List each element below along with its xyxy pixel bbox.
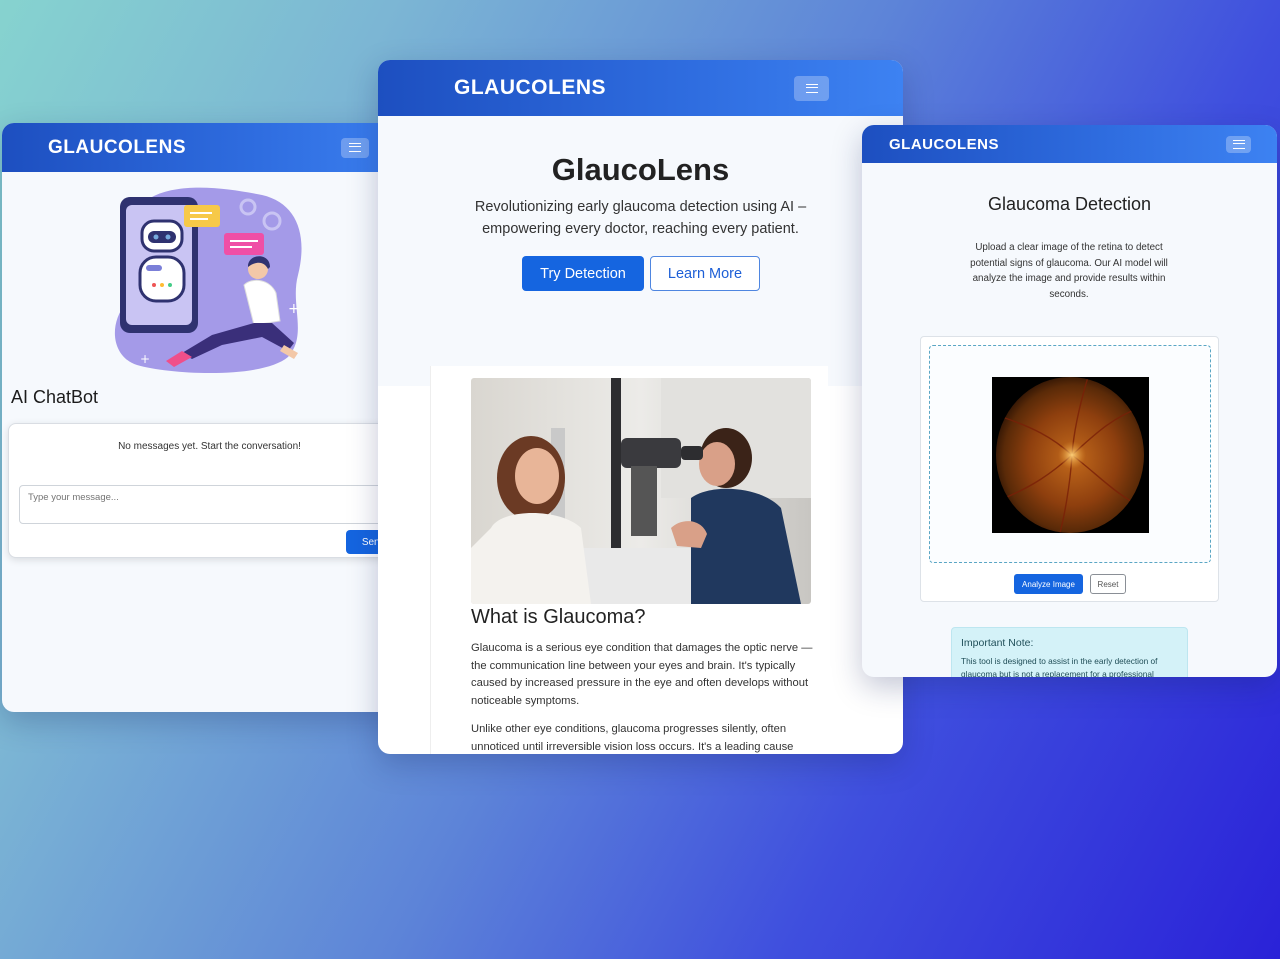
image-drop-zone[interactable] bbox=[929, 345, 1211, 563]
svg-text:+: + bbox=[140, 352, 150, 366]
reset-button[interactable]: Reset bbox=[1090, 574, 1126, 594]
brand-logo[interactable]: GLAUCOLENS bbox=[889, 136, 999, 153]
navbar: GLAUCOLENS bbox=[378, 60, 903, 116]
note-text: This tool is designed to assist in the e… bbox=[961, 656, 1158, 677]
eye-exam-slit-lamp-photo bbox=[471, 378, 811, 604]
chat-panel: No messages yet. Start the conversation!… bbox=[8, 423, 411, 558]
home-window: GLAUCOLENS GlaucoLens Revolutionizing ea… bbox=[378, 60, 903, 754]
detection-window: GLAUCOLENS Glaucoma Detection Upload a c… bbox=[862, 125, 1277, 677]
note-title: Important Note: bbox=[961, 637, 1034, 649]
hero-subtitle: Revolutionizing early glaucoma detection… bbox=[474, 199, 807, 237]
try-detection-button[interactable]: Try Detection bbox=[522, 256, 644, 291]
hamburger-menu-icon[interactable] bbox=[794, 75, 829, 101]
message-input[interactable] bbox=[19, 485, 401, 524]
svg-text:+: + bbox=[288, 301, 300, 317]
retina-fundus-image bbox=[992, 377, 1149, 533]
chatbot-window: GLAUCOLENS + + AI ChatBot No messages ye… bbox=[2, 123, 429, 712]
chat-empty-message: No messages yet. Start the conversation! bbox=[118, 441, 301, 452]
brand-logo[interactable]: GLAUCOLENS bbox=[454, 76, 606, 100]
detection-title: Glaucoma Detection bbox=[987, 194, 1152, 214]
paragraph-1: Glaucoma is a serious eye condition that… bbox=[471, 642, 813, 707]
upload-card: Analyze Image Reset bbox=[920, 336, 1219, 602]
navbar: GLAUCOLENS bbox=[862, 125, 1277, 163]
section-title: What is Glaucoma? bbox=[471, 606, 646, 628]
chatbot-title: AI ChatBot bbox=[11, 387, 99, 407]
learn-more-button[interactable]: Learn More bbox=[650, 256, 760, 291]
hamburger-menu-icon[interactable] bbox=[1226, 135, 1251, 153]
hamburger-menu-icon[interactable] bbox=[341, 137, 369, 158]
paragraph-2: Unlike other eye conditions, glaucoma pr… bbox=[471, 723, 794, 753]
robot-chatbot-illustration: + + bbox=[114, 187, 302, 374]
important-note: Important Note: This tool is designed to… bbox=[951, 627, 1188, 677]
detection-description: Upload a clear image of the retina to de… bbox=[970, 242, 1168, 300]
hero-section: GlaucoLens Revolutionizing early glaucom… bbox=[378, 116, 903, 386]
brand-logo[interactable]: GLAUCOLENS bbox=[48, 137, 186, 159]
hero-title: GlaucoLens bbox=[551, 152, 730, 187]
analyze-image-button[interactable]: Analyze Image bbox=[1014, 574, 1083, 594]
navbar: GLAUCOLENS bbox=[2, 123, 429, 172]
